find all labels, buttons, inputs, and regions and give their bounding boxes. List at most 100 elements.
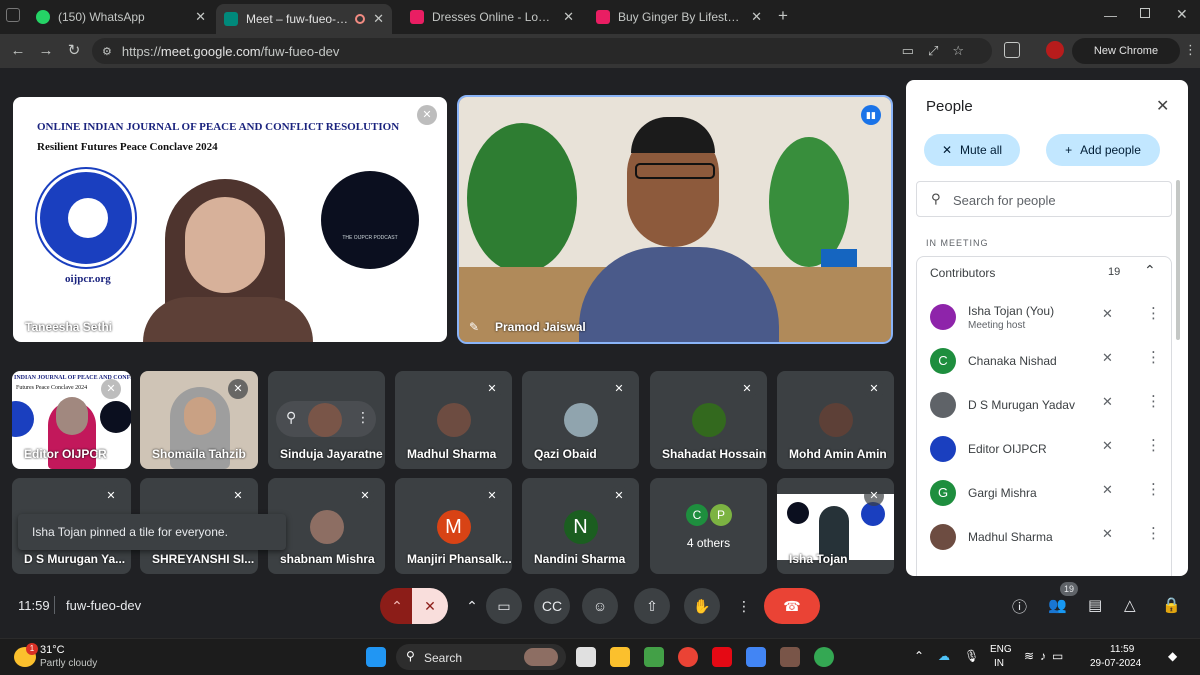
grid-tile-editor-oijpcr[interactable]: INDIAN JOURNAL OF PEACE AND CONFLICT RES… [12, 371, 131, 469]
netflix-icon[interactable] [712, 647, 732, 667]
new-chrome-button[interactable]: New Chrome available [1072, 38, 1180, 83]
participant-row[interactable]: D S Murugan Yadav ✕ ⋮ [916, 382, 1168, 426]
panel-scrollbar[interactable] [1176, 180, 1180, 340]
participant-row[interactable]: Isha Tojan (You) Meeting host ✕ ⋮ [916, 294, 1168, 338]
more-options-icon[interactable]: ⋮ [356, 409, 370, 426]
main-tile-pramod[interactable]: ▮▮ Pramod Jaiswal ✎ [457, 95, 893, 344]
close-icon[interactable]: ✕ [373, 11, 384, 27]
audio-options-chevron-icon[interactable]: ⌃ [380, 588, 414, 624]
grid-tile-shomaila[interactable]: ✕ Shomaila Tahzib [140, 371, 258, 469]
participant-row[interactable]: C Chanaka Nishad ✕ ⋮ [916, 338, 1168, 382]
camera-share-star-icons[interactable]: ▭⤢☆ [902, 43, 978, 59]
contributors-label[interactable]: Contributors [930, 266, 995, 280]
chevron-up-icon[interactable]: ⌃ [1144, 262, 1156, 279]
onedrive-icon[interactable]: ☁ [938, 649, 950, 663]
grid-tile-sinduja[interactable]: ⚲ ⋮ Sinduja Jayaratne [268, 371, 385, 469]
chrome-icon[interactable] [678, 647, 698, 667]
pin-icon[interactable]: ⚲ [286, 409, 296, 426]
language[interactable]: ENG [990, 644, 1012, 655]
more-options-icon[interactable]: ⋮ [1146, 392, 1161, 410]
grid-tile-manjiri[interactable]: M ✕ Manjiri Phansalk... [395, 478, 512, 574]
close-icon[interactable]: ✕ [563, 9, 574, 25]
camera-button[interactable]: ▭ [486, 588, 522, 624]
grid-tile-isha[interactable]: ✕ Isha Tojan [777, 478, 894, 574]
mic-off-icon[interactable]: ✕ [1102, 526, 1113, 542]
tab-title: Meet – fuw-fueo-dev [246, 12, 350, 26]
participant-row[interactable]: Editor OIJPCR ✕ ⋮ [916, 426, 1168, 470]
captions-button[interactable]: CC [534, 588, 570, 624]
grid-tile-mohd-amin[interactable]: ✕ Mohd Amin Amin [777, 371, 894, 469]
tab-dresses[interactable]: Dresses Online - Low Price Offe ✕ [402, 4, 582, 30]
activities-icon[interactable]: △ [1124, 596, 1136, 614]
microphone-off-button[interactable]: ✕ [412, 588, 448, 624]
minimize-icon[interactable]: — [1104, 8, 1117, 23]
more-options-icon[interactable]: ⋮ [1146, 348, 1161, 366]
more-options-button[interactable]: ⋮ [726, 588, 762, 624]
mic-off-icon[interactable]: ✕ [1102, 438, 1113, 454]
task-view-icon[interactable] [576, 647, 596, 667]
meeting-info-icon[interactable]: ⓘ [1012, 596, 1027, 617]
participant-name: Pramod Jaiswal [495, 320, 586, 334]
tab-whatsapp[interactable]: (150) WhatsApp ✕ [28, 4, 214, 30]
participant-avatar [309, 510, 344, 544]
more-options-icon[interactable]: ⋮ [1146, 436, 1161, 454]
grid-tile-nandini[interactable]: N ✕ Nandini Sharma [522, 478, 639, 574]
people-icon[interactable]: 👥 [1048, 596, 1067, 614]
mic-icon[interactable]: 🎙 [964, 649, 979, 663]
more-options-icon[interactable]: ⋮ [1146, 524, 1161, 542]
emoji-button[interactable]: ☺ [582, 588, 618, 624]
profile-avatar[interactable] [1046, 41, 1064, 59]
windows-taskbar: 1 31°C Partly cloudy ⚲ Search ⌃ ☁ 🎙 ENG … [0, 638, 1200, 675]
taskbar-search[interactable]: ⚲ Search [396, 644, 566, 670]
file-explorer-icon[interactable] [610, 647, 630, 667]
close-icon[interactable]: ✕ [751, 9, 762, 25]
tab-ginger[interactable]: Buy Ginger By Lifestyle Sheath I ✕ [588, 4, 770, 30]
app-icon[interactable] [644, 647, 664, 667]
app-icon[interactable] [780, 647, 800, 667]
grid-tile-others[interactable]: C P 4 others [650, 478, 767, 574]
main-tile-taneesha[interactable]: ONLINE INDIAN JOURNAL OF PEACE AND CONFL… [13, 97, 447, 342]
present-screen-button[interactable]: ⇧ [634, 588, 670, 624]
chrome-icon[interactable] [814, 647, 834, 667]
leave-call-button[interactable]: ☎ [764, 588, 820, 624]
search-icon: ⚲ [931, 191, 941, 206]
chevron-up-icon[interactable]: ⌃ [914, 649, 924, 663]
grid-tile-qazi[interactable]: ✕ Qazi Obaid [522, 371, 639, 469]
close-icon[interactable]: ✕ [1156, 96, 1169, 116]
grid-tile-madhul[interactable]: ✕ Madhul Sharma [395, 371, 512, 469]
mic-off-icon[interactable]: ✕ [1102, 482, 1113, 498]
mic-off-icon[interactable]: ✕ [1102, 350, 1113, 366]
reload-icon[interactable]: ↻ [64, 41, 84, 61]
copilot-icon[interactable]: ◆ [1168, 649, 1177, 663]
mute-all-button[interactable]: ✕ Mute all [924, 134, 1020, 166]
chat-icon[interactable]: ▤ [1088, 596, 1102, 614]
others-label: 4 others [686, 536, 731, 550]
close-icon[interactable]: ✕ [195, 9, 206, 25]
windows-start-icon[interactable] [366, 647, 386, 667]
more-options-icon[interactable]: ⋮ [1146, 304, 1161, 322]
site-info-icon[interactable]: ⚙ [102, 45, 112, 58]
participant-row[interactable]: Madhul Sharma ✕ ⋮ [916, 514, 1168, 558]
participant-row[interactable]: G Gargi Mishra ✕ ⋮ [916, 470, 1168, 514]
raise-hand-button[interactable]: ✋ [684, 588, 720, 624]
chrome-menu-icon[interactable]: ⋮ [1184, 42, 1197, 58]
add-people-button[interactable]: + Add people [1046, 134, 1160, 166]
restore-icon[interactable] [1140, 8, 1150, 18]
tab-meet[interactable]: Meet – fuw-fueo-dev ✕ [216, 4, 392, 34]
video-options-chevron-icon[interactable]: ⌃ [456, 588, 488, 624]
grid-tile-shahadat[interactable]: ✕ Shahadat Hossain [650, 371, 767, 469]
back-icon[interactable]: ← [8, 41, 28, 61]
extensions-icon[interactable] [1004, 42, 1020, 58]
host-controls-icon[interactable]: 🔒 [1162, 596, 1181, 614]
forward-icon[interactable]: → [36, 41, 56, 61]
mic-off-icon[interactable]: ✕ [1102, 306, 1113, 322]
more-options-icon[interactable]: ⋮ [1146, 480, 1161, 498]
address-bar[interactable]: ⚙ https://meet.google.com/fuw-fueo-dev ▭… [92, 38, 992, 64]
mic-off-icon[interactable]: ✕ [1102, 394, 1113, 410]
wifi-volume-battery-icons[interactable]: ≋♪▭ [1024, 649, 1069, 663]
tab-search-icon[interactable] [6, 8, 20, 22]
docs-icon[interactable] [746, 647, 766, 667]
new-tab-icon[interactable]: + [778, 6, 788, 26]
people-search-box[interactable]: ⚲ Search for people [916, 181, 1172, 217]
close-window-icon[interactable]: ✕ [1176, 6, 1188, 23]
